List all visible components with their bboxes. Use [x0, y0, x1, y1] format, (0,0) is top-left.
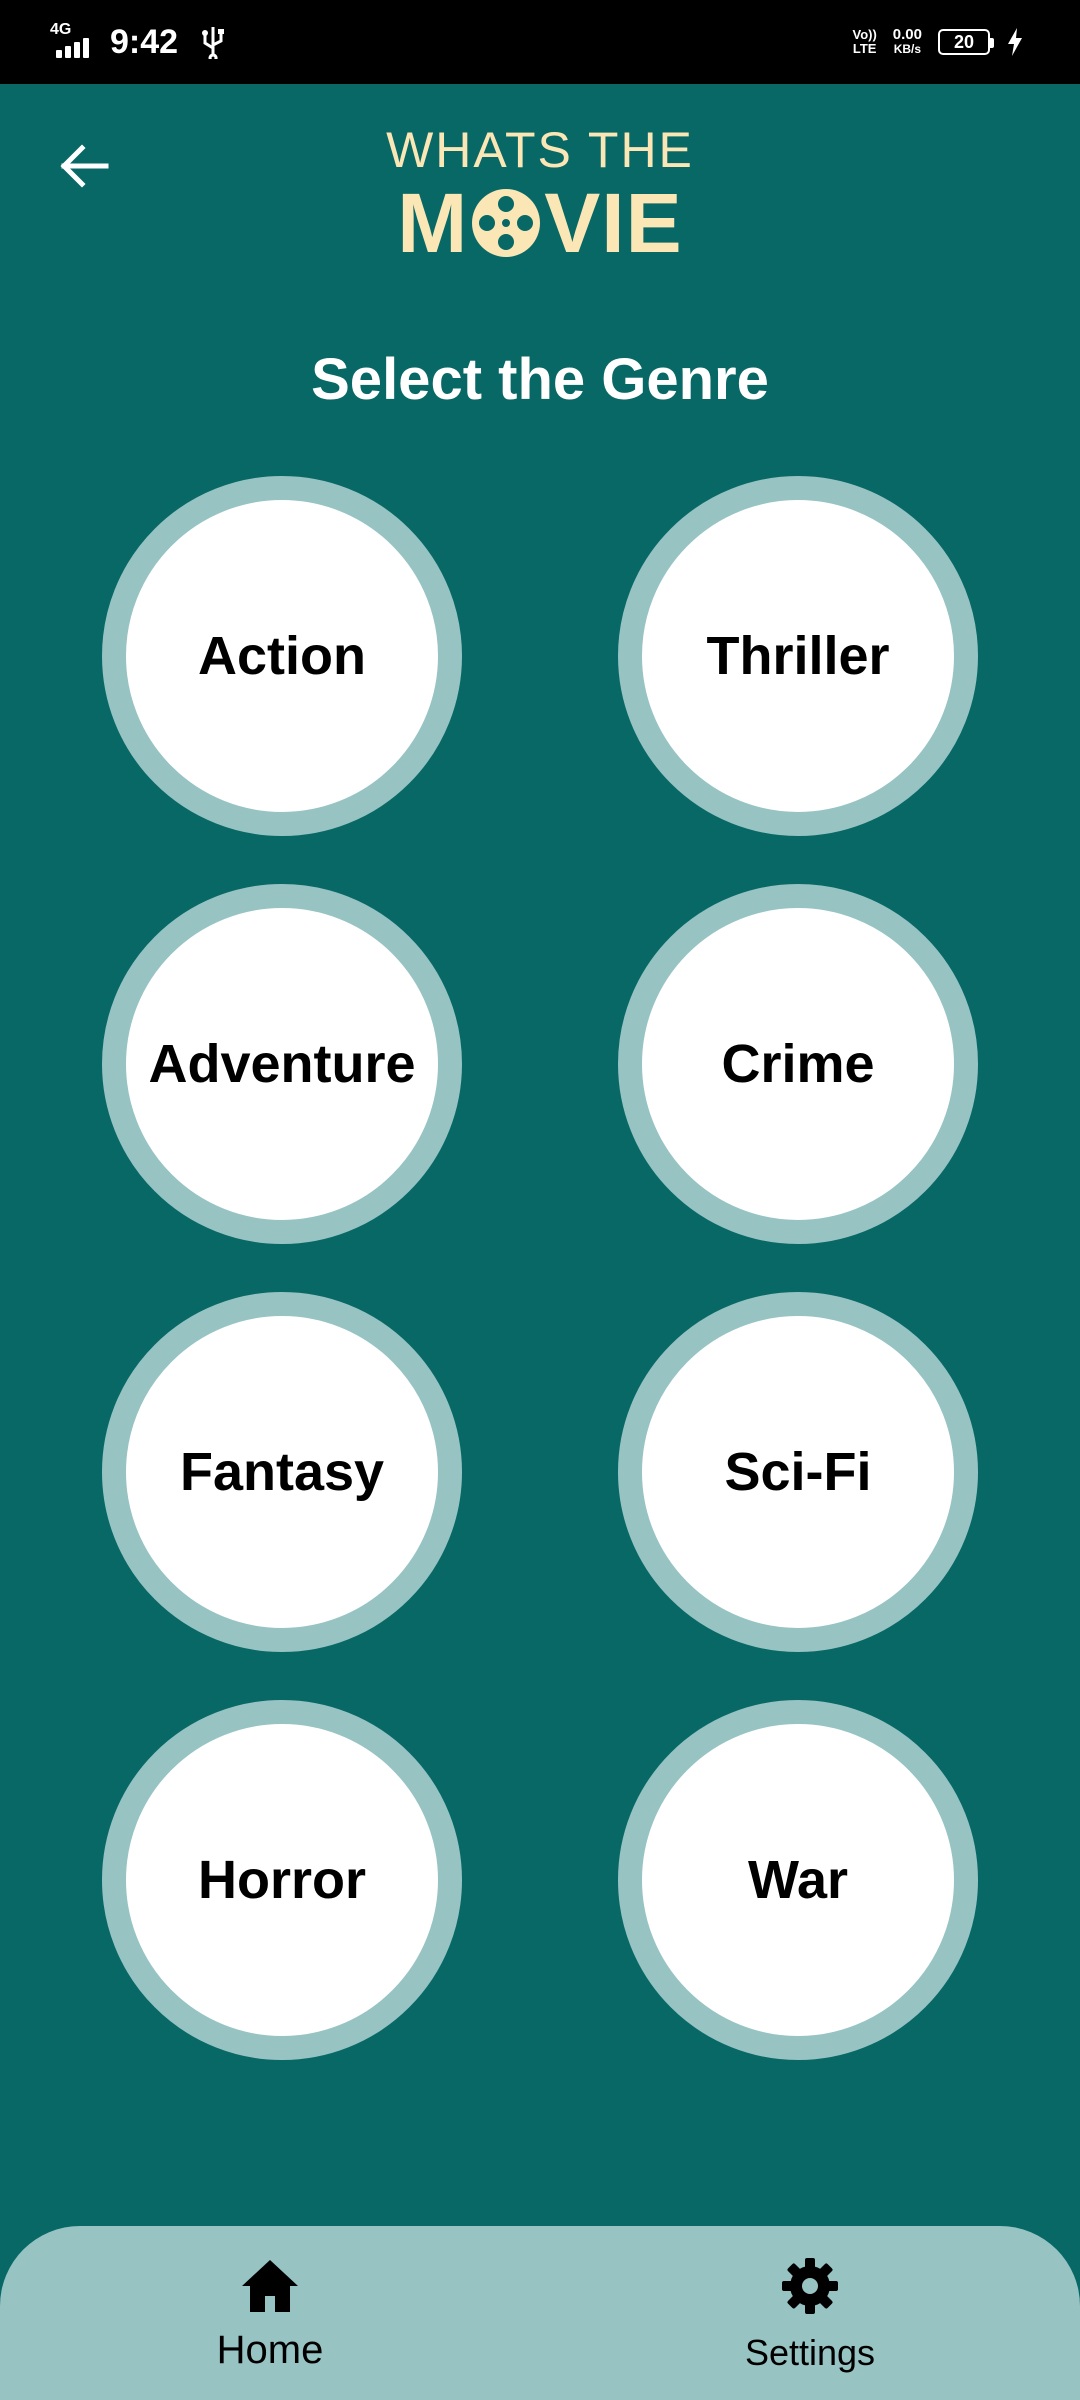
- status-bar-right: Vo)) LTE 0.00 KB/s 20: [852, 0, 1024, 84]
- nav-home[interactable]: Home: [200, 2254, 340, 2373]
- nav-settings[interactable]: Settings: [720, 2254, 900, 2374]
- genre-button-horror[interactable]: Horror: [102, 1700, 462, 2060]
- battery-icon: 20: [938, 29, 994, 55]
- genre-button-adventure[interactable]: Adventure: [102, 884, 462, 1244]
- speed-value: 0.00: [892, 26, 922, 43]
- genre-label: War: [747, 1850, 848, 1910]
- genre-button-war[interactable]: War: [618, 1700, 978, 2060]
- genre-label: Fantasy: [179, 1442, 385, 1502]
- status-bar: 4G 9:42 Vo)) LTE 0.00 KB/s 20: [0, 0, 1080, 84]
- film-reel-icon: [472, 189, 541, 257]
- logo-bottom-text: M VIE: [340, 180, 740, 266]
- logo-letter-m: M: [397, 176, 469, 270]
- genre-button-action[interactable]: Action: [102, 476, 462, 836]
- volte-top: Vo)): [852, 27, 877, 42]
- genre-label: Thriller: [706, 626, 890, 686]
- nav-settings-label: Settings: [744, 2332, 876, 2373]
- charging-icon: [1008, 28, 1022, 56]
- genre-select-screen: 4G 9:42 Vo)) LTE 0.00 KB/s 20 WHATS THE …: [0, 0, 1080, 2400]
- app-logo: WHATS THE M VIE: [340, 120, 740, 270]
- genre-label: Sci-Fi: [724, 1442, 872, 1502]
- genre-button-crime[interactable]: Crime: [618, 884, 978, 1244]
- clock: 9:42: [110, 22, 179, 61]
- home-icon: [242, 2260, 298, 2312]
- battery-level: 20: [953, 31, 975, 52]
- genre-label: Horror: [197, 1850, 366, 1910]
- usb-icon: [202, 27, 225, 59]
- nav-home-label: Home: [216, 2328, 324, 2372]
- volte-bottom: LTE: [852, 41, 877, 56]
- volte-indicator: Vo)) LTE: [852, 28, 876, 56]
- network-type: 4G: [50, 21, 72, 38]
- back-button[interactable]: [48, 130, 120, 202]
- genre-grid: Action Thriller Adventure Crime Fantasy …: [102, 476, 978, 2060]
- genre-button-thriller[interactable]: Thriller: [618, 476, 978, 836]
- genre-label: Adventure: [148, 1034, 416, 1094]
- page-title: Select the Genre: [311, 347, 769, 412]
- genre-label: Crime: [721, 1034, 875, 1094]
- gear-icon: [782, 2258, 838, 2314]
- logo-top-text: WHATS THE: [386, 122, 694, 178]
- genre-button-sci-fi[interactable]: Sci-Fi: [618, 1292, 978, 1652]
- genre-button-fantasy[interactable]: Fantasy: [102, 1292, 462, 1652]
- speed-unit: KB/s: [893, 42, 922, 56]
- signal-icon: 4G: [50, 22, 100, 62]
- bottom-nav: Home Settings: [0, 2226, 1080, 2400]
- status-bar-left: 4G 9:42: [50, 0, 226, 84]
- network-speed: 0.00 KB/s: [893, 27, 922, 57]
- genre-label: Action: [198, 626, 366, 686]
- arrow-left-icon: [60, 144, 109, 188]
- logo-letters-vie: VIE: [544, 176, 683, 270]
